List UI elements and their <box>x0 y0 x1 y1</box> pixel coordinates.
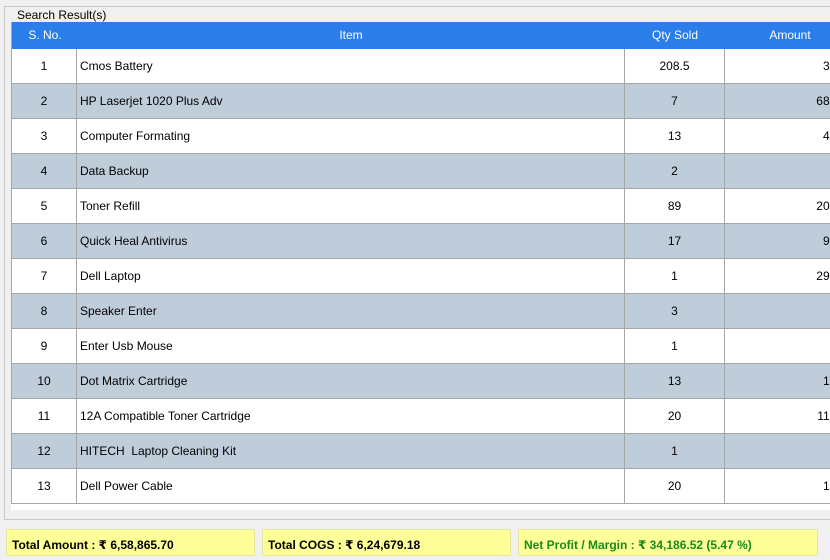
cell-sno: 13 <box>11 469 77 503</box>
table-row[interactable]: 1112A Compatible Toner Cartridge20 1120 <box>11 399 830 434</box>
cell-amount: 463 <box>725 119 830 153</box>
grid-header: S. No. Item Qty Sold Amount <box>11 22 830 49</box>
grid-rows: 1Cmos Battery208.53932HP Laserjet 1020 P… <box>11 49 830 504</box>
cell-item: Quick Heal Antivirus <box>77 224 625 258</box>
cell-sno: 9 <box>11 329 77 363</box>
table-row[interactable]: 7Dell Laptop1 2923 <box>11 259 830 294</box>
cell-qty: 1 <box>625 329 725 363</box>
table-row[interactable]: 8Speaker Enter380 <box>11 294 830 329</box>
cell-amount-value: 2020 <box>816 189 830 223</box>
cell-amount: 55 <box>725 154 830 188</box>
cell-sno: 10 <box>11 364 77 398</box>
table-row[interactable]: 12HITECH Laptop Cleaning Kit18 <box>11 434 830 469</box>
cell-sno: 8 <box>11 294 77 328</box>
table-row[interactable]: 3Computer Formating13 463 <box>11 119 830 154</box>
cell-item: Computer Formating <box>77 119 625 153</box>
cell-qty: 1 <box>625 259 725 293</box>
cell-item: Enter Usb Mouse <box>77 329 625 363</box>
cell-amount-value: 2923 <box>816 259 830 293</box>
column-header-item[interactable]: Item <box>77 22 625 49</box>
table-row[interactable]: 10Dot Matrix Cartridge13 174 <box>11 364 830 399</box>
total-amount-label: Total Amount : ₹ 6,58,865.70 <box>6 529 255 556</box>
cell-item: Dell Power Cable <box>77 469 625 503</box>
cell-sno: 2 <box>11 84 77 118</box>
cell-amount: 2020 <box>725 189 830 223</box>
cell-qty: 89 <box>625 189 725 223</box>
cell-sno: 11 <box>11 399 77 433</box>
cell-qty: 7 <box>625 84 725 118</box>
cell-sno: 1 <box>11 49 77 83</box>
table-row[interactable]: 9Enter Usb Mouse116 <box>11 329 830 364</box>
cell-item: HP Laserjet 1020 Plus Adv <box>77 84 625 118</box>
cell-item: HITECH Laptop Cleaning Kit <box>77 434 625 468</box>
cell-item: Data Backup <box>77 154 625 188</box>
results-grid[interactable]: S. No. Item Qty Sold Amount 1Cmos Batter… <box>11 22 830 510</box>
cell-item: Toner Refill <box>77 189 625 223</box>
table-row[interactable]: 4Data Backup255 <box>11 154 830 189</box>
cell-qty: 1 <box>625 434 725 468</box>
net-profit-label: Net Profit / Margin : ₹ 34,186.52 (5.47 … <box>518 529 818 556</box>
cell-amount-value: 174 <box>823 364 830 398</box>
cell-sno: 3 <box>11 119 77 153</box>
cell-amount: 16 <box>725 329 830 363</box>
table-row[interactable]: 2HP Laserjet 1020 Plus Adv7 6869 <box>11 84 830 119</box>
cell-item: 12A Compatible Toner Cartridge <box>77 399 625 433</box>
cell-sno: 5 <box>11 189 77 223</box>
table-row[interactable]: 13Dell Power Cable20 186 <box>11 469 830 504</box>
cell-qty: 13 <box>625 364 725 398</box>
cell-qty: 20 <box>625 399 725 433</box>
cell-sno: 4 <box>11 154 77 188</box>
cell-amount-value: 463 <box>823 119 830 153</box>
table-row[interactable]: 6Quick Heal Antivirus17 925 <box>11 224 830 259</box>
cell-qty: 2 <box>625 154 725 188</box>
cell-sno: 6 <box>11 224 77 258</box>
groupbox-title: Search Result(s) <box>15 7 108 23</box>
cell-amount: 393 <box>725 49 830 83</box>
cell-amount-value: 1120 <box>817 399 830 433</box>
cell-amount: 186 <box>725 469 830 503</box>
cell-amount: 80 <box>725 294 830 328</box>
cell-sno: 12 <box>11 434 77 468</box>
cell-amount: 1120 <box>725 399 830 433</box>
cell-amount-value: 925 <box>823 224 830 258</box>
cell-item: Dell Laptop <box>77 259 625 293</box>
cell-amount-value: 393 <box>823 49 830 83</box>
table-row[interactable]: 5Toner Refill89 2020 <box>11 189 830 224</box>
cell-amount-value: 6869 <box>816 84 830 118</box>
column-header-qty[interactable]: Qty Sold <box>625 22 725 49</box>
cell-item: Speaker Enter <box>77 294 625 328</box>
cell-amount: 6869 <box>725 84 830 118</box>
column-header-sno[interactable]: S. No. <box>11 22 78 49</box>
cell-qty: 208.5 <box>625 49 725 83</box>
cell-amount: 925 <box>725 224 830 258</box>
cell-qty: 13 <box>625 119 725 153</box>
cell-amount: 2923 <box>725 259 830 293</box>
cell-amount-value: 186 <box>823 469 830 503</box>
table-row[interactable]: 1Cmos Battery208.5 393 <box>11 49 830 84</box>
cell-qty: 20 <box>625 469 725 503</box>
total-cogs-label: Total COGS : ₹ 6,24,679.18 <box>262 529 511 556</box>
cell-amount: 8 <box>725 434 830 468</box>
cell-qty: 3 <box>625 294 725 328</box>
column-header-amount[interactable]: Amount <box>725 22 830 49</box>
cell-sno: 7 <box>11 259 77 293</box>
cell-amount: 174 <box>725 364 830 398</box>
cell-qty: 17 <box>625 224 725 258</box>
cell-item: Cmos Battery <box>77 49 625 83</box>
cell-item: Dot Matrix Cartridge <box>77 364 625 398</box>
